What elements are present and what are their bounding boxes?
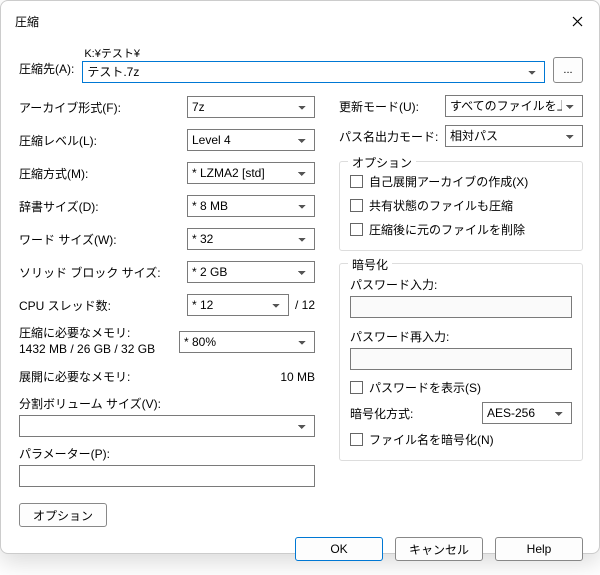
unpack-value: 10 MB: [280, 370, 315, 384]
delete-label: 圧縮後に元のファイルを削除: [369, 221, 525, 238]
cpu-total: / 12: [295, 298, 315, 312]
options-group: オプション 自己展開アーカイブの作成(X) 共有状態のファイルも圧縮 圧縮後に元…: [339, 161, 583, 251]
split-select[interactable]: [19, 415, 315, 437]
options-group-title: オプション: [348, 154, 416, 171]
param-label: パラメーター(P):: [19, 445, 315, 462]
compress-dialog: 圧縮 圧縮先(A): K:¥テスト¥ テスト.7z ... アーカイブ形式(F)…: [0, 0, 600, 554]
mem-select[interactable]: * 80%: [179, 331, 315, 353]
level-label: 圧縮レベル(L):: [19, 132, 187, 149]
format-select[interactable]: 7z: [187, 96, 315, 118]
content-area: 圧縮先(A): K:¥テスト¥ テスト.7z ... アーカイブ形式(F): 7…: [1, 39, 599, 527]
format-label: アーカイブ形式(F):: [19, 99, 187, 116]
password2-input[interactable]: [350, 348, 572, 370]
unpack-label: 展開に必要なメモリ:: [19, 368, 130, 385]
password-label: パスワード入力:: [350, 276, 572, 293]
solid-label: ソリッド ブロック サイズ:: [19, 264, 187, 281]
row-format: アーカイブ形式(F): 7z: [19, 95, 315, 119]
help-button[interactable]: Help: [495, 537, 583, 561]
enc-method-label: 暗号化方式:: [350, 405, 482, 422]
encnames-label: ファイル名を暗号化(N): [369, 431, 494, 448]
footer: OK キャンセル Help: [1, 527, 599, 575]
browse-button[interactable]: ...: [553, 57, 583, 83]
encnames-checkbox[interactable]: [350, 433, 363, 446]
dict-select[interactable]: * 8 MB: [187, 195, 315, 217]
password2-label: パスワード再入力:: [350, 328, 572, 345]
archive-path-select[interactable]: テスト.7z: [82, 61, 545, 83]
titlebar: 圧縮: [1, 1, 599, 39]
archive-path-prefix: K:¥テスト¥: [82, 45, 545, 61]
level-select[interactable]: Level 4: [187, 129, 315, 151]
cpu-label: CPU スレッド数:: [19, 297, 187, 314]
password-input[interactable]: [350, 296, 572, 318]
left-column: アーカイブ形式(F): 7z 圧縮レベル(L): Level 4 圧縮方式(M)…: [19, 95, 315, 527]
options-button[interactable]: オプション: [19, 503, 107, 527]
row-cpu: CPU スレッド数: * 12 / 12: [19, 293, 315, 317]
method-select[interactable]: * LZMA2 [std]: [187, 162, 315, 184]
encryption-group-title: 暗号化: [348, 256, 392, 273]
sfx-label: 自己展開アーカイブの作成(X): [369, 173, 528, 190]
archive-row: 圧縮先(A): K:¥テスト¥ テスト.7z ...: [19, 45, 583, 83]
split-label: 分割ボリューム サイズ(V):: [19, 395, 315, 412]
update-label: 更新モード(U):: [339, 98, 445, 115]
solid-select[interactable]: * 2 GB: [187, 261, 315, 283]
close-button[interactable]: [565, 9, 589, 33]
ok-button[interactable]: OK: [295, 537, 383, 561]
row-method: 圧縮方式(M): * LZMA2 [std]: [19, 161, 315, 185]
row-dict: 辞書サイズ(D): * 8 MB: [19, 194, 315, 218]
dialog-title: 圧縮: [15, 13, 39, 30]
shared-label: 共有状態のファイルも圧縮: [369, 197, 513, 214]
sfx-checkbox[interactable]: [350, 175, 363, 188]
row-pathmode: パス名出力モード: 相対パス: [339, 125, 583, 147]
cancel-button[interactable]: キャンセル: [395, 537, 483, 561]
showpw-label: パスワードを表示(S): [369, 379, 481, 396]
columns: アーカイブ形式(F): 7z 圧縮レベル(L): Level 4 圧縮方式(M)…: [19, 95, 583, 527]
shared-checkbox[interactable]: [350, 199, 363, 212]
right-column: 更新モード(U): すべてのファイルを上書き パス名出力モード: 相対パス オプ…: [339, 95, 583, 527]
pathmode-label: パス名出力モード:: [339, 128, 445, 145]
row-update: 更新モード(U): すべてのファイルを上書き: [339, 95, 583, 117]
row-word: ワード サイズ(W): * 32: [19, 227, 315, 251]
row-solid: ソリッド ブロック サイズ: * 2 GB: [19, 260, 315, 284]
encryption-group: 暗号化 パスワード入力: パスワード再入力: パスワードを表示(S) 暗号化方式…: [339, 263, 583, 461]
cpu-select[interactable]: * 12: [187, 294, 289, 316]
word-select[interactable]: * 32: [187, 228, 315, 250]
showpw-checkbox[interactable]: [350, 381, 363, 394]
row-unpack: 展開に必要なメモリ: 10 MB: [19, 368, 315, 385]
archive-stack: K:¥テスト¥ テスト.7z: [82, 45, 545, 83]
mem-label: 圧縮に必要なメモリ: 1432 MB / 26 GB / 32 GB: [19, 326, 179, 357]
method-label: 圧縮方式(M):: [19, 165, 187, 182]
delete-row[interactable]: 圧縮後に元のファイルを削除: [350, 220, 572, 238]
sfx-row[interactable]: 自己展開アーカイブの作成(X): [350, 172, 572, 190]
row-mem: 圧縮に必要なメモリ: 1432 MB / 26 GB / 32 GB * 80%: [19, 326, 315, 357]
encnames-row[interactable]: ファイル名を暗号化(N): [350, 430, 572, 448]
pathmode-select[interactable]: 相対パス: [445, 125, 583, 147]
dict-label: 辞書サイズ(D):: [19, 198, 187, 215]
param-input[interactable]: [19, 465, 315, 487]
enc-method-select[interactable]: AES-256: [482, 402, 572, 424]
row-level: 圧縮レベル(L): Level 4: [19, 128, 315, 152]
word-label: ワード サイズ(W):: [19, 231, 187, 248]
update-select[interactable]: すべてのファイルを上書き: [445, 95, 583, 117]
shared-row[interactable]: 共有状態のファイルも圧縮: [350, 196, 572, 214]
archive-label: 圧縮先(A):: [19, 60, 74, 83]
showpw-row[interactable]: パスワードを表示(S): [350, 378, 572, 396]
delete-checkbox[interactable]: [350, 223, 363, 236]
enc-method-row: 暗号化方式: AES-256: [350, 402, 572, 424]
